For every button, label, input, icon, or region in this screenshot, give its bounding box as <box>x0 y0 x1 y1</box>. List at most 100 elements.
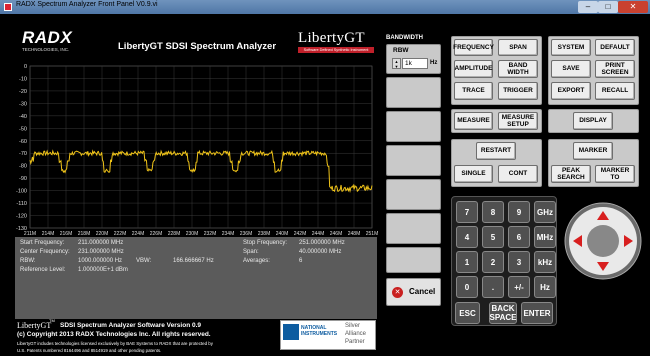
averages-label: Averages: <box>243 258 270 264</box>
x-tick-label: 236M <box>240 231 253 236</box>
rbw-label: RBW <box>393 47 409 54</box>
bandwidth-slot-7[interactable] <box>386 247 441 273</box>
libertygt-logo-text: LibertyGT <box>298 30 365 46</box>
minimize-button[interactable]: – <box>578 1 598 13</box>
numpad-key-6[interactable]: 6 <box>508 226 530 248</box>
y-tick-label: -40 <box>19 114 27 120</box>
system-button[interactable]: SYSTEM <box>551 39 591 56</box>
x-tick-label: 248M <box>348 231 361 236</box>
measure-button[interactable]: MEASURE <box>454 112 493 130</box>
numpad-key-GHz[interactable]: GHz <box>534 201 556 223</box>
bandwidth-slot-3[interactable] <box>386 111 441 142</box>
ni-partner-program: Alliance <box>345 331 367 337</box>
display-button[interactable]: DISPLAY <box>573 112 613 130</box>
amplitude-button[interactable]: AMPLITUDE <box>454 60 493 78</box>
rbw-input[interactable]: 1k <box>402 58 428 69</box>
frequency-button[interactable]: FREQUENCY <box>453 39 494 56</box>
y-tick-label: -80 <box>19 164 27 170</box>
rbw-info-value: 1000.000000 Hz <box>78 258 123 264</box>
vbw-info-value: 166.666667 Hz <box>173 258 214 264</box>
radx-logo-subtitle: TECHNOLOGIES, INC. <box>22 47 70 52</box>
start-frequency-label: Start Frequency: <box>20 240 65 246</box>
save-button[interactable]: SAVE <box>551 60 591 78</box>
bandwidth-slot-6[interactable] <box>386 213 441 244</box>
rbw-unit: Hz <box>430 60 438 66</box>
bandwidth-slot-2[interactable] <box>386 77 441 108</box>
numpad-key-MHz[interactable]: MHz <box>534 226 556 248</box>
x-tick-label: 216M <box>60 231 73 236</box>
y-tick-label: -60 <box>19 139 27 145</box>
stop-frequency-value: 251.000000 MHz <box>299 240 345 246</box>
spectrum-plot[interactable]: 0 -10 -20 -30 -40 -50 -60 -70 -80 -90 -100 -110 -120… <box>0 54 380 236</box>
numpad-key-4[interactable]: 4 <box>456 226 478 248</box>
footer-libertygt-logo: LibertyGT <box>17 321 52 330</box>
bandwidth-button[interactable]: BAND WIDTH <box>498 60 538 78</box>
marker-to-button[interactable]: MARKER TO <box>595 165 635 183</box>
software-version: SDSI Spectrum Analyzer Software Version … <box>60 322 202 329</box>
vbw-info-label: VBW: <box>136 258 152 264</box>
x-tick-label: 228M <box>168 231 181 236</box>
recall-button[interactable]: RECALL <box>595 82 635 100</box>
x-tick-labels: 211M 214M 216M 218M 220M 222M 224M 226M 228M 230M… <box>24 231 378 236</box>
x-tick-label: 226M <box>150 231 163 236</box>
measure-setup-button[interactable]: MEASURE SETUP <box>498 112 538 130</box>
x-tick-label: 218M <box>78 231 91 236</box>
cancel-button[interactable]: ✕ Cancel <box>386 278 441 306</box>
rbw-control: RBW ▲ ▼ 1k Hz <box>386 44 441 74</box>
footer-trademark: TM <box>49 318 55 323</box>
default-button[interactable]: DEFAULT <box>595 39 635 56</box>
center-frequency-value: 231.000000 MHz <box>78 249 124 255</box>
numpad-key-[interactable]: . <box>482 276 504 298</box>
single-button[interactable]: SINGLE <box>454 165 493 183</box>
numpad-key-9[interactable]: 9 <box>508 201 530 223</box>
ni-partner-title: Partner <box>345 339 365 345</box>
bandwidth-slot-4[interactable] <box>386 145 441 176</box>
x-tick-label: 222M <box>114 231 127 236</box>
close-button[interactable]: ✕ <box>618 1 648 13</box>
bandwidth-slot-5[interactable] <box>386 179 441 210</box>
stop-frequency-label: Stop Frequency: <box>243 240 288 246</box>
numpad-key-8[interactable]: 8 <box>482 201 504 223</box>
x-tick-label: 234M <box>222 231 235 236</box>
x-tick-label: 238M <box>258 231 271 236</box>
esc-key[interactable]: ESC <box>455 302 480 324</box>
reference-level-label: Reference Level: <box>20 267 66 273</box>
trace-button[interactable]: TRACE <box>454 82 493 100</box>
x-tick-label: 220M <box>96 231 109 236</box>
marker-button[interactable]: MARKER <box>573 142 613 160</box>
y-tick-label: -10 <box>19 76 27 82</box>
direction-pad[interactable] <box>563 201 643 281</box>
restart-button[interactable]: RESTART <box>476 142 516 160</box>
numpad-key-3[interactable]: 3 <box>508 251 530 273</box>
numpad-key-0[interactable]: 0 <box>456 276 478 298</box>
numpad-key-1[interactable]: 1 <box>456 251 478 273</box>
front-panel-window: RADX Spectrum Analyzer Front Panel V0.9.… <box>0 0 650 356</box>
license-notice: LibertyGT includes technologies licensed… <box>17 341 213 346</box>
numpad-key-[interactable]: +/- <box>508 276 530 298</box>
y-tick-label: -90 <box>19 176 27 182</box>
numpad-key-2[interactable]: 2 <box>482 251 504 273</box>
numpad-key-kHz[interactable]: kHz <box>534 251 556 273</box>
title-bar[interactable]: RADX Spectrum Analyzer Front Panel V0.9.… <box>0 0 650 14</box>
numpad-key-7[interactable]: 7 <box>456 201 478 223</box>
y-tick-label: -50 <box>19 126 27 132</box>
x-tick-label: 211M <box>24 231 36 236</box>
dpad-center[interactable] <box>587 225 619 257</box>
span-button[interactable]: SPAN <box>498 39 538 56</box>
numpad-key-Hz[interactable]: Hz <box>534 276 556 298</box>
export-button[interactable]: EXPORT <box>551 82 591 100</box>
x-tick-label: 240M <box>276 231 289 236</box>
y-tick-label: -30 <box>19 101 27 107</box>
maximize-button[interactable]: □ <box>598 1 618 13</box>
print-screen-button[interactable]: PRINT SCREEN <box>595 60 635 78</box>
bandwidth-label: BANDWIDTH <box>386 35 423 41</box>
y-tick-label: -20 <box>19 89 27 95</box>
trigger-button[interactable]: TRIGGER <box>498 82 538 100</box>
enter-key[interactable]: ENTER <box>521 302 553 324</box>
cont-button[interactable]: CONT <box>498 165 538 183</box>
numpad-key-5[interactable]: 5 <box>482 226 504 248</box>
backspace-key[interactable]: BACK SPACE <box>489 302 517 324</box>
peak-search-button[interactable]: PEAK SEARCH <box>551 165 591 183</box>
y-tick-label: -120 <box>16 214 27 220</box>
rbw-spinner[interactable]: ▲ ▼ <box>392 58 401 69</box>
